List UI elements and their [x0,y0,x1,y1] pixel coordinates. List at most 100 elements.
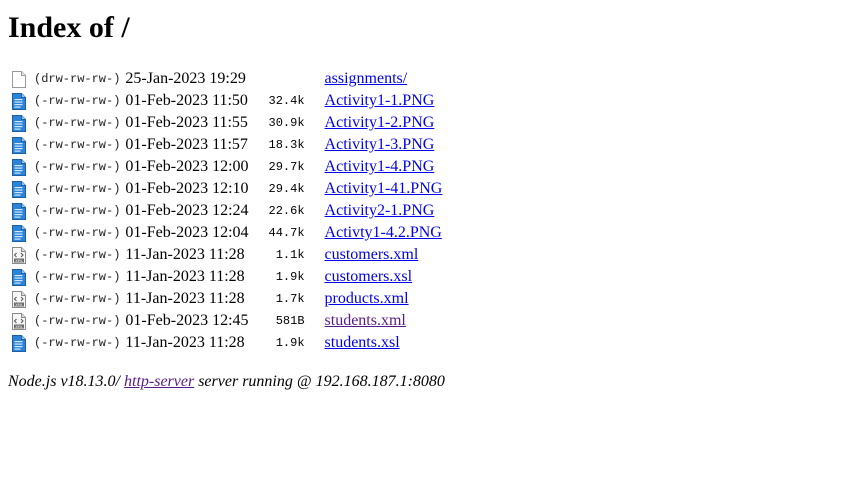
file-link[interactable]: customers.xml [325,246,419,263]
file-size: 1.7k [275,292,305,306]
file-row: (-rw-rw-rw-) 01-Feb-2023 12:00 29.7k Activi… [8,156,442,178]
image-file-icon [12,136,26,154]
file-date: 01-Feb-2023 12:04 [125,224,249,241]
file-permissions: (-rw-rw-rw-) [34,314,121,328]
file-row: (-rw-rw-rw-) 01-Feb-2023 11:55 30.9k Activi… [8,112,442,134]
file-icon-cell: XML [8,310,34,332]
image-file-icon [12,202,26,220]
file-icon-cell [8,178,34,200]
file-permissions: (-rw-rw-rw-) [34,248,121,262]
xml-file-icon: XML [12,312,26,330]
file-name-cell: products.xml [325,288,443,310]
blank-file-icon [12,70,26,88]
file-link[interactable]: customers.xsl [325,268,413,285]
file-name-cell: Activity1-2.PNG [325,112,443,134]
file-permissions: (-rw-rw-rw-) [34,336,121,350]
image-file-icon [12,92,26,110]
file-size: 44.7k [268,226,305,240]
svg-text:XML: XML [15,303,23,307]
xml-file-icon: XML [12,246,26,264]
file-icon-cell [8,332,34,354]
file-link[interactable]: Activity1-2.PNG [325,114,435,131]
file-size: 30.9k [268,116,305,130]
footer-suffix: server running @ 192.168.187.1:8080 [194,373,445,390]
page-title: Index of / [8,11,130,44]
file-permissions: (-rw-rw-rw-) [34,270,121,284]
file-size: 18.3k [268,138,305,152]
file-size: 22.6k [268,204,305,218]
file-date: 01-Feb-2023 12:10 [125,180,249,197]
file-link[interactable]: Activity1-3.PNG [325,136,435,153]
file-row: (-rw-rw-rw-) 01-Feb-2023 11:57 18.3k Activi… [8,134,442,156]
file-size: 581B [275,314,305,328]
file-name-cell: Activty1-4.2.PNG [325,222,443,244]
file-size [261,68,325,90]
file-row: XML (-rw-rw-rw-) 11-Jan-2023 11:28 1.7k prod… [8,288,442,310]
file-size: 1.9k [275,270,305,284]
file-row: (-rw-rw-rw-) 01-Feb-2023 11:50 32.4k Activi… [8,90,442,112]
file-name-cell: customers.xml [325,244,443,266]
file-row: (-rw-rw-rw-) 11-Jan-2023 11:28 1.9k custome… [8,266,442,288]
http-server-link[interactable]: http-server [124,373,194,390]
file-permissions: (drw-rw-rw-) [34,72,121,86]
svg-text:XML: XML [15,325,23,329]
image-file-icon [12,158,26,176]
file-date: 11-Jan-2023 11:28 [125,334,245,351]
image-file-icon [12,114,26,132]
file-date: 11-Jan-2023 11:28 [125,246,245,263]
file-permissions: (-rw-rw-rw-) [34,160,121,174]
file-link[interactable]: students.xsl [325,334,400,351]
file-row: (-rw-rw-rw-) 01-Feb-2023 12:10 29.4k Activi… [8,178,442,200]
file-icon-cell [8,112,34,134]
file-name-cell: Activity1-41.PNG [325,178,443,200]
file-date: 01-Feb-2023 12:24 [125,202,249,219]
file-row: (-rw-rw-rw-) 01-Feb-2023 12:24 22.6k Activi… [8,200,442,222]
file-icon-cell: XML [8,288,34,310]
file-icon-cell [8,266,34,288]
file-link[interactable]: Activity1-41.PNG [325,180,443,197]
file-permissions: (-rw-rw-rw-) [34,94,121,108]
file-link[interactable]: products.xml [325,290,409,307]
file-date: 11-Jan-2023 11:28 [125,268,245,285]
image-file-icon [12,268,26,286]
file-link[interactable]: Activty1-4.2.PNG [325,224,442,241]
file-date: 01-Feb-2023 12:00 [125,158,249,175]
xml-file-icon: XML [12,290,26,308]
server-footer: Node.js v18.13.0/ http-server server run… [8,373,445,391]
file-size: 32.4k [268,94,305,108]
file-name-cell: students.xml [325,310,443,332]
file-date: 01-Feb-2023 11:55 [125,114,248,131]
file-icon-cell [8,200,34,222]
file-date: 11-Jan-2023 11:28 [125,290,245,307]
file-name-cell: students.xsl [325,332,443,354]
file-permissions: (-rw-rw-rw-) [34,292,121,306]
file-row: (-rw-rw-rw-) 11-Jan-2023 11:28 1.9k student… [8,332,442,354]
file-name-cell: customers.xsl [325,266,443,288]
file-icon-cell [8,90,34,112]
file-size: 29.7k [268,160,305,174]
file-permissions: (-rw-rw-rw-) [34,116,121,130]
file-row: (drw-rw-rw-) 25-Jan-2023 19:29 assignments… [8,68,442,90]
file-size: 29.4k [268,182,305,196]
image-file-icon [12,334,26,352]
file-link[interactable]: students.xml [325,312,406,329]
image-file-icon [12,180,26,198]
file-link[interactable]: Activity1-1.PNG [325,92,435,109]
file-name-cell: Activity1-3.PNG [325,134,443,156]
file-name-cell: Activity1-1.PNG [325,90,443,112]
file-permissions: (-rw-rw-rw-) [34,138,121,152]
file-link[interactable]: assignments/ [325,70,408,87]
file-date: 25-Jan-2023 19:29 [125,70,246,87]
file-name-cell: Activity2-1.PNG [325,200,443,222]
file-icon-cell [8,68,34,90]
file-icon-cell [8,222,34,244]
file-link[interactable]: Activity1-4.PNG [325,158,435,175]
file-row: (-rw-rw-rw-) 01-Feb-2023 12:04 44.7k Activt… [8,222,442,244]
file-link[interactable]: Activity2-1.PNG [325,202,435,219]
svg-text:XML: XML [15,259,23,263]
file-permissions: (-rw-rw-rw-) [34,226,121,240]
file-date: 01-Feb-2023 11:50 [125,92,248,109]
file-size: 1.1k [275,248,305,262]
file-name-cell: Activity1-4.PNG [325,156,443,178]
file-date: 01-Feb-2023 12:45 [125,312,249,329]
